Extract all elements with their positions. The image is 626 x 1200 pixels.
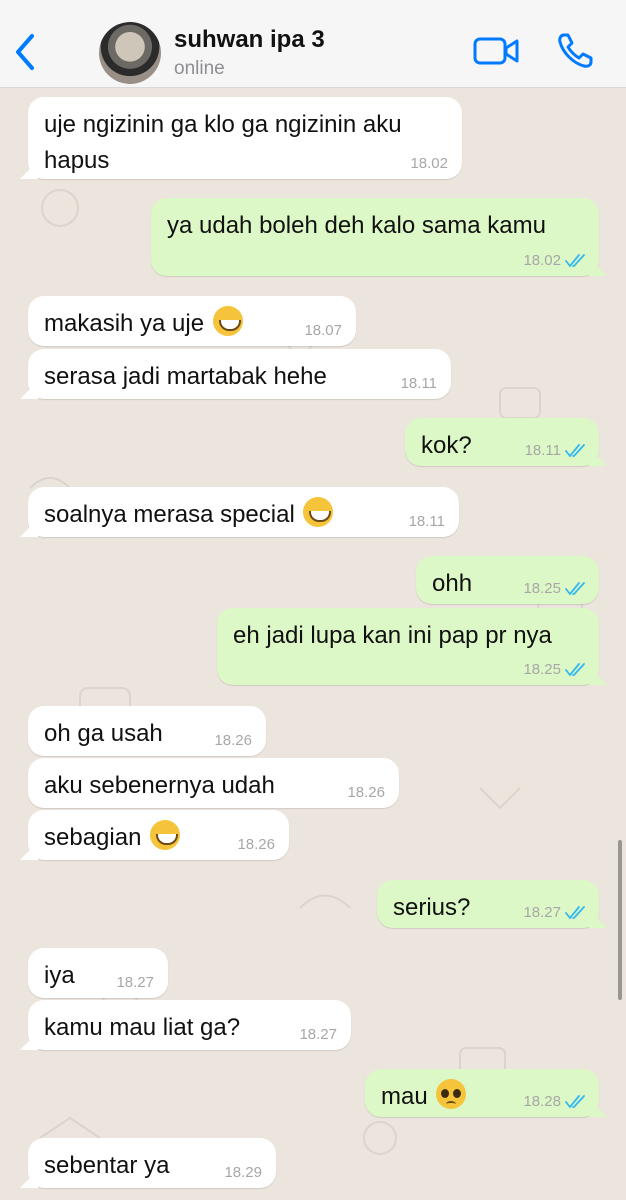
message-text: serasa jadi martabak hehe <box>44 363 327 390</box>
message-bubble-outgoing[interactable]: ya udah boleh deh kalo sama kamu 18.02 <box>151 198 599 276</box>
message-bubble-outgoing[interactable]: mau 18.28 <box>365 1069 599 1117</box>
grinning-face-icon <box>303 497 334 527</box>
message-time: 18.26 <box>347 784 385 801</box>
message-bubble-incoming[interactable]: sebentar ya 18.29 <box>28 1138 276 1188</box>
message-text: serius? <box>393 894 471 921</box>
message-bubble-incoming[interactable]: iya 18.27 <box>28 948 168 998</box>
message-text: aku sebenernya udah <box>44 772 275 799</box>
message-text: ohh <box>432 570 473 597</box>
message-text: eh jadi lupa kan ini pap pr nya <box>233 622 552 649</box>
message-time: 18.11 <box>524 442 561 459</box>
message-text: kamu mau liat ga? <box>44 1014 241 1041</box>
message-text: sebentar ya <box>44 1152 170 1179</box>
contact-status: online <box>174 58 225 79</box>
message-text: kok? <box>421 432 472 459</box>
message-time: 18.27 <box>523 904 561 921</box>
video-call-icon[interactable] <box>473 34 519 68</box>
message-text: oh ga usah <box>44 720 163 747</box>
message-text: sebagian <box>44 820 181 856</box>
message-time: 18.27 <box>116 974 154 991</box>
message-time: 18.27 <box>299 1026 337 1043</box>
message-bubble-incoming[interactable]: uje ngizinin ga klo ga ngizinin aku hapu… <box>28 97 462 179</box>
message-text: iya <box>44 962 75 989</box>
grinning-face-icon <box>150 820 181 850</box>
message-bubble-outgoing[interactable]: serius? 18.27 <box>377 880 599 928</box>
read-receipt-icon <box>565 663 585 677</box>
message-text: ya udah boleh deh kalo sama kamu <box>167 212 546 239</box>
chat-scrollbar[interactable] <box>618 840 622 1000</box>
message-time: 18.11 <box>400 375 437 392</box>
message-bubble-incoming[interactable]: sebagian 18.26 <box>28 810 289 860</box>
message-time: 18.11 <box>408 513 445 530</box>
message-time: 18.02 <box>523 252 561 269</box>
message-text: soalnya merasa special <box>44 497 334 533</box>
message-time: 18.07 <box>304 322 342 339</box>
phone-call-icon[interactable] <box>556 32 594 70</box>
back-chevron-icon[interactable] <box>10 32 42 72</box>
message-time: 18.25 <box>523 580 561 597</box>
contact-name[interactable]: suhwan ipa 3 <box>174 26 325 54</box>
message-bubble-incoming[interactable]: oh ga usah 18.26 <box>28 706 266 756</box>
contact-avatar[interactable] <box>99 22 161 84</box>
message-bubble-incoming[interactable]: makasih ya uje 18.07 <box>28 296 356 346</box>
grinning-face-icon <box>212 306 243 336</box>
read-receipt-icon <box>565 254 585 268</box>
read-receipt-icon <box>565 582 585 596</box>
message-time: 18.29 <box>224 1164 262 1181</box>
message-time: 18.26 <box>237 836 275 853</box>
message-bubble-outgoing[interactable]: ohh 18.25 <box>416 556 599 604</box>
message-time: 18.28 <box>523 1093 561 1110</box>
message-bubble-incoming[interactable]: aku sebenernya udah 18.26 <box>28 758 399 808</box>
message-bubble-incoming[interactable]: soalnya merasa special 18.11 <box>28 487 459 537</box>
chat-header: suhwan ipa 3 online <box>0 0 626 88</box>
message-bubble-incoming[interactable]: kamu mau liat ga? 18.27 <box>28 1000 351 1050</box>
read-receipt-icon <box>565 906 585 920</box>
message-bubble-incoming[interactable]: serasa jadi martabak hehe 18.11 <box>28 349 451 399</box>
read-receipt-icon <box>565 1095 585 1109</box>
message-time: 18.25 <box>523 661 561 678</box>
message-bubble-outgoing[interactable]: kok? 18.11 <box>405 418 599 466</box>
read-receipt-icon <box>565 444 585 458</box>
pleading-face-icon <box>436 1079 467 1109</box>
message-text: makasih ya uje <box>44 306 243 342</box>
message-text: uje ngizinin ga klo ga ngizinin aku hapu… <box>44 111 402 174</box>
message-time: 18.02 <box>410 155 448 172</box>
message-time: 18.26 <box>214 732 252 749</box>
message-bubble-outgoing[interactable]: eh jadi lupa kan ini pap pr nya 18.25 <box>217 608 599 685</box>
message-text: mau <box>381 1079 467 1115</box>
